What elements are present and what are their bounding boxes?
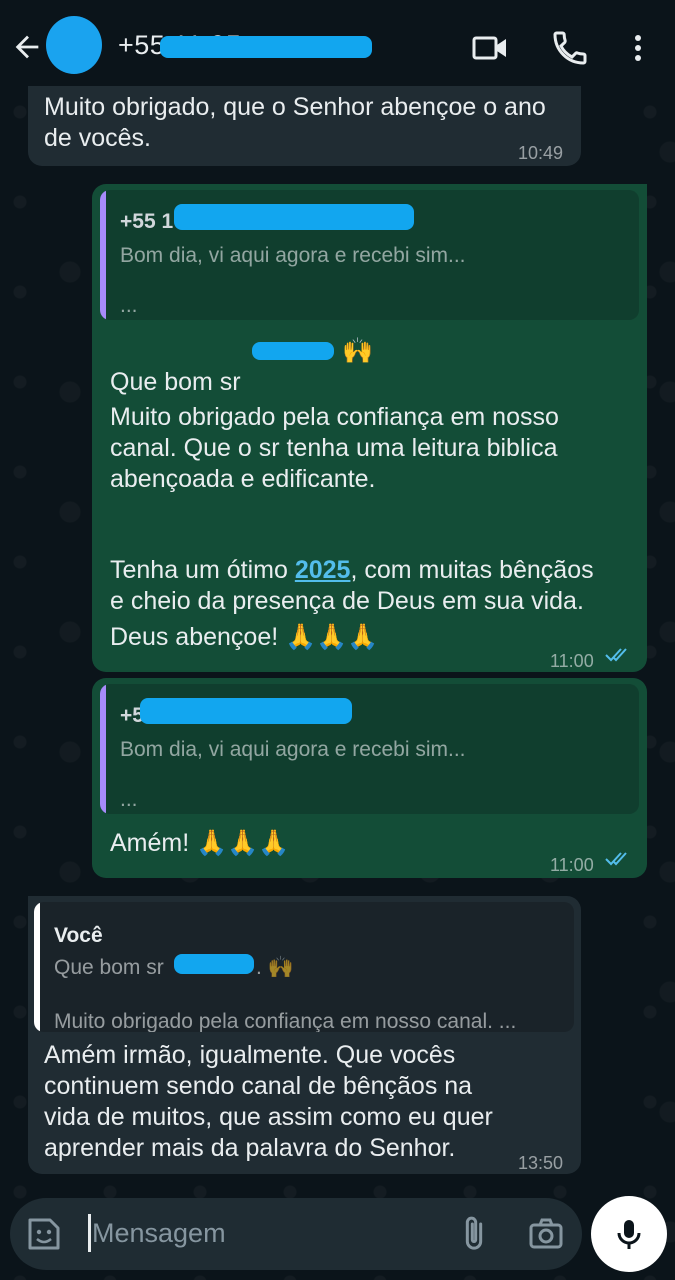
redaction — [174, 954, 254, 974]
quote-text: Bom dia, vi aqui agora e recebi sim... — [120, 738, 466, 761]
date-link[interactable]: 2025 — [295, 556, 351, 584]
sticker-icon[interactable] — [24, 1214, 64, 1254]
redaction — [160, 36, 372, 58]
redaction — [174, 204, 414, 230]
quote-author: Você — [54, 924, 103, 947]
message-composer: Mensagem — [10, 1198, 582, 1270]
double-check-icon — [605, 852, 627, 866]
quoted-message[interactable]: +55 1 Bom dia, vi aqui agora e recebi si… — [100, 190, 639, 320]
message-line: Tenha um ótimo 2025, com muitas bênçãos … — [110, 524, 640, 617]
video-call-icon[interactable] — [470, 28, 510, 68]
mic-icon — [617, 1220, 641, 1249]
quote-text: Bom dia, vi aqui agora e recebi sim... — [120, 244, 466, 267]
phone-icon[interactable] — [550, 28, 590, 68]
avatar[interactable] — [46, 16, 102, 74]
back-arrow-icon[interactable] — [10, 30, 44, 64]
message-line: Que bom sr — [110, 336, 241, 398]
quote-bar — [100, 190, 106, 320]
quoted-message[interactable]: Você Que bom sr . 🙌 Muito obrigado pela … — [34, 902, 574, 1032]
message-time: 11:00 — [550, 651, 594, 671]
quote-text-end: . 🙌 — [256, 956, 294, 979]
incoming-message[interactable]: Você Que bom sr . 🙌 Muito obrigado pela … — [28, 896, 581, 1174]
camera-icon[interactable] — [526, 1214, 566, 1254]
emoji: 🙌 — [342, 337, 374, 365]
message-input[interactable]: Mensagem — [92, 1218, 226, 1249]
redaction — [140, 698, 352, 724]
message-text: Amém! 🙏🙏🙏 — [110, 829, 290, 857]
outgoing-message[interactable]: +55 1 Bom dia, vi aqui agora e recebi si… — [92, 184, 647, 672]
message-text: Que bom sr — [110, 368, 241, 396]
voice-message-button[interactable] — [591, 1196, 667, 1272]
message-text: Tenha um ótimo — [110, 556, 295, 584]
quote-bar — [100, 684, 106, 814]
message-text: Muito obrigado, que o Senhor abençoe o a… — [44, 93, 546, 152]
message-time: 11:00 — [550, 855, 594, 875]
quote-text-more: ... — [120, 294, 138, 317]
quote-text-more: ... — [120, 788, 138, 811]
quote-text-more: Muito obrigado pela confiança em nosso c… — [54, 1010, 517, 1032]
quote-text: Que bom sr — [54, 956, 164, 979]
quote-bar — [34, 902, 40, 1032]
incoming-message[interactable]: Muito obrigado, que o Senhor abençoe o a… — [28, 86, 581, 166]
message-text: Amém irmão, igualmente. Que vocês contin… — [44, 1041, 493, 1162]
redaction — [252, 342, 334, 360]
chat-header: +55 11 95 — [0, 0, 675, 92]
message-time: 10:49 — [518, 143, 564, 163]
quoted-message[interactable]: +5 Bom dia, vi aqui agora e recebi sim..… — [100, 684, 639, 814]
quote-author: +55 1 — [120, 210, 174, 233]
double-check-icon — [605, 648, 627, 662]
outgoing-message[interactable]: +5 Bom dia, vi aqui agora e recebi sim..… — [92, 678, 647, 878]
attach-icon[interactable] — [454, 1214, 494, 1254]
text-cursor — [88, 1214, 91, 1252]
message-time: 13:50 — [518, 1153, 564, 1173]
more-vert-icon[interactable] — [618, 28, 658, 68]
message-text: Deus abençoe! 🙏🙏🙏 — [110, 623, 379, 651]
message-text: Muito obrigado pela confiança em nosso c… — [110, 403, 559, 493]
